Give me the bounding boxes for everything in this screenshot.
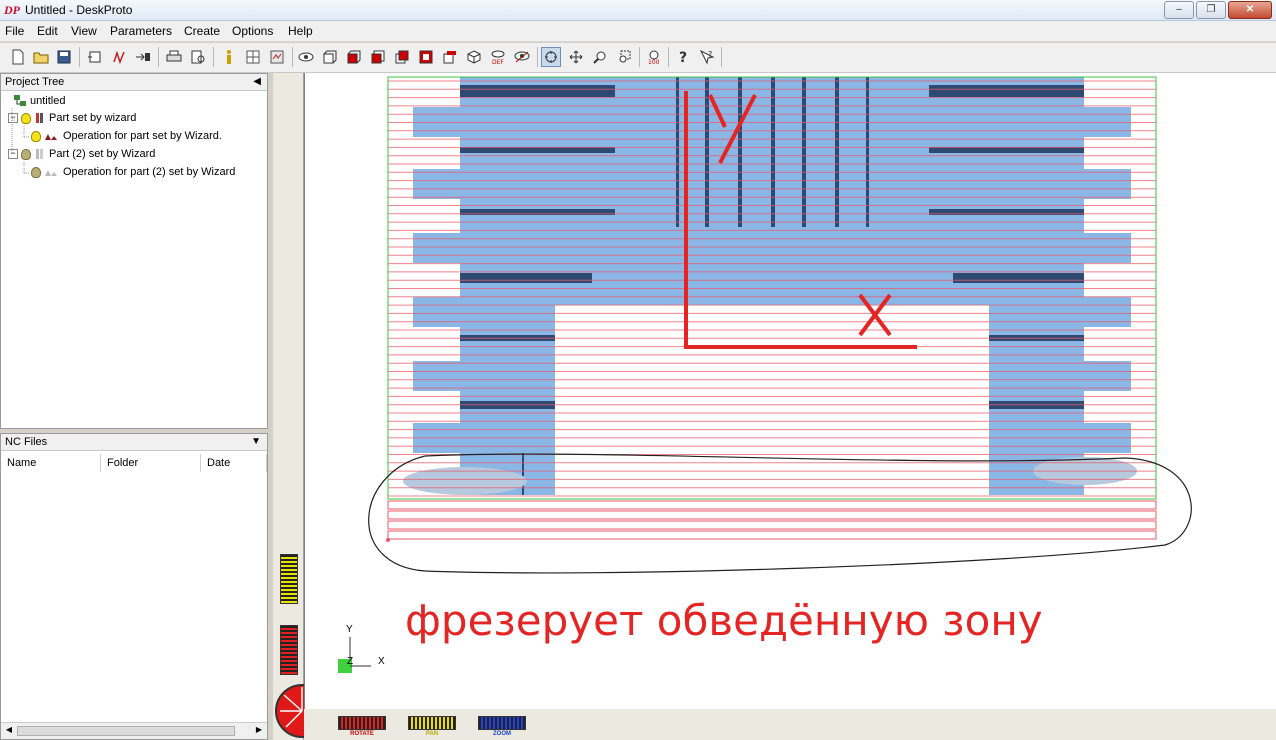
menu-edit[interactable]: Edit <box>37 24 58 38</box>
triad-x-label: X <box>378 656 385 667</box>
app-logo: DP <box>4 3 20 17</box>
scrollbar-thumb[interactable] <box>17 726 235 736</box>
svg-text:?: ? <box>679 50 687 65</box>
horizontal-scrollbar[interactable]: ◀ ▶ <box>1 722 267 739</box>
column-name[interactable]: Name <box>1 454 101 472</box>
scroll-left-icon[interactable]: ◀ <box>3 725 15 737</box>
svg-text:DEF: DEF <box>492 59 504 65</box>
menu-help[interactable]: Help <box>288 24 313 38</box>
view-front-icon[interactable] <box>320 47 340 67</box>
depth-slider[interactable] <box>280 554 298 604</box>
print-icon[interactable] <box>164 47 184 67</box>
tree-part-1-label: Part set by wizard <box>49 112 137 124</box>
rotate-slider[interactable] <box>338 716 386 730</box>
pan-slider[interactable] <box>408 716 456 730</box>
column-date[interactable]: Date <box>201 454 267 472</box>
rotate-tool-icon[interactable] <box>541 47 561 67</box>
toolpath-icon[interactable] <box>109 47 129 67</box>
operation-icon <box>45 170 57 176</box>
info-icon[interactable] <box>219 47 239 67</box>
view-right-icon[interactable] <box>416 47 436 67</box>
tree-operation-2[interactable]: Operation for part (2) set by Wizard <box>31 166 235 178</box>
save-icon[interactable] <box>54 47 74 67</box>
view-light-icon[interactable] <box>512 47 532 67</box>
layout-icon[interactable] <box>267 47 287 67</box>
operation-icon <box>45 134 57 140</box>
maximize-button[interactable]: ❐ <box>1196 1 1226 19</box>
zoom-window-icon[interactable] <box>614 47 634 67</box>
scroll-right-icon[interactable]: ▶ <box>253 725 265 737</box>
open-folder-icon[interactable] <box>31 47 51 67</box>
grid-icon[interactable] <box>243 47 263 67</box>
zoom-slider[interactable] <box>478 716 526 730</box>
light-slider[interactable] <box>280 625 298 675</box>
window-title: Untitled - DeskProto <box>25 3 133 17</box>
svg-text:?: ? <box>708 50 712 59</box>
nc-files-header: NC Files ▼ <box>1 434 267 451</box>
triad-z-label: Z <box>347 656 354 667</box>
menu-view[interactable]: View <box>71 24 97 38</box>
tree-operation-1-label: Operation for part set by Wizard. <box>63 130 222 142</box>
svg-text:100: 100 <box>648 59 660 65</box>
tree-operation-2-label: Operation for part (2) set by Wizard <box>63 166 236 178</box>
print-preview-icon[interactable] <box>188 47 208 67</box>
view-iso-icon[interactable] <box>464 47 484 67</box>
view-default-icon[interactable]: DEF <box>488 47 508 67</box>
minimize-button[interactable]: ‒ <box>1164 1 1194 19</box>
axis-triad <box>338 637 371 673</box>
new-file-icon[interactable] <box>8 47 28 67</box>
zoom-100-icon[interactable]: 100 <box>644 47 664 67</box>
column-folder[interactable]: Folder <box>101 454 201 472</box>
collapse-panel-icon[interactable]: ◀ <box>253 74 261 90</box>
triad-y-label: Y <box>346 624 353 635</box>
project-tree-panel: Project Tree ◀ untitled − Part set by wi… <box>0 73 268 429</box>
menu-file[interactable]: File <box>5 24 24 38</box>
toolpath-start-point <box>386 538 390 542</box>
title-bar: DP Untitled - DeskProto ‒ ❐ ✕ <box>0 0 1276 21</box>
view-back-icon[interactable] <box>392 47 412 67</box>
tree-lines <box>11 108 29 174</box>
close-button[interactable]: ✕ <box>1228 1 1272 19</box>
view-eye-icon[interactable] <box>296 47 316 67</box>
nc-files-panel: NC Files ▼ Name Folder Date ◀ ▶ <box>0 433 268 740</box>
view-side-icon[interactable] <box>368 47 388 67</box>
tree-part-2-label: Part (2) set by Wizard <box>49 148 156 160</box>
pan-label: PAN <box>425 731 439 737</box>
menu-create[interactable]: Create <box>184 24 220 38</box>
rotate-label: ROTATE <box>350 731 374 737</box>
help-icon[interactable]: ? <box>673 47 693 67</box>
pan-tool-icon[interactable] <box>566 47 586 67</box>
view-top-icon[interactable] <box>344 47 364 67</box>
export-nc-icon[interactable] <box>133 47 153 67</box>
new-part-icon[interactable] <box>85 47 105 67</box>
window-controls: ‒ ❐ ✕ <box>1164 1 1272 19</box>
menu-parameters[interactable]: Parameters <box>110 24 172 38</box>
extra-toolpaths <box>387 500 1157 540</box>
annotation-text: фрезерует обведённую зону <box>405 596 1043 645</box>
menu-bar: File Edit View Parameters Create Options… <box>0 21 1276 42</box>
context-help-icon[interactable]: ? <box>697 47 717 67</box>
zoom-tool-icon[interactable] <box>590 47 610 67</box>
view-bottom-icon[interactable] <box>440 47 460 67</box>
tree-operation-1[interactable]: Operation for part set by Wizard. <box>31 130 222 142</box>
zoom-label: ZOOM <box>493 731 511 737</box>
nc-files-title: NC Files <box>5 436 48 448</box>
dropdown-icon[interactable]: ▼ <box>251 434 261 450</box>
menu-options[interactable]: Options <box>232 24 273 38</box>
toolbar: DEF 100 ? ? <box>0 43 1276 73</box>
